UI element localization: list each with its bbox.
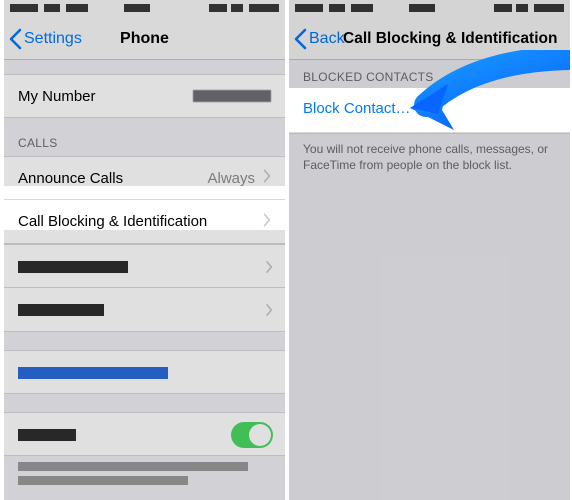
my-number-value [193, 90, 271, 102]
nav-bar: Back Call Blocking & Identification [289, 18, 570, 60]
back-label: Back [309, 30, 345, 48]
page-title: Call Blocking & Identification [343, 18, 557, 60]
left-phone-panel: Settings Phone My Number CALLS Announce … [4, 0, 285, 500]
page-title: Phone [4, 18, 285, 60]
chevron-right-icon [263, 213, 271, 231]
call-blocking-row[interactable]: Call Blocking & Identification [4, 200, 285, 244]
call-blocking-label: Call Blocking & Identification [18, 213, 207, 230]
chevron-left-icon [293, 28, 307, 50]
right-phone-panel: Back Call Blocking & Identification BLOC… [289, 0, 570, 500]
block-contact-label: Block Contact… [303, 104, 411, 121]
chevron-right-icon [263, 169, 271, 187]
calls-section-header: CALLS [4, 118, 285, 156]
chevron-right-icon [265, 260, 273, 279]
announce-calls-label: Announce Calls [18, 170, 123, 187]
announce-calls-value: Always [207, 170, 255, 187]
my-number-label: My Number [18, 88, 96, 105]
redacted-caption [4, 456, 285, 490]
redacted-toggle-row [4, 412, 285, 456]
redacted-row [4, 350, 285, 394]
chevron-right-icon [265, 303, 273, 322]
announce-calls-row[interactable]: Announce Calls Always [4, 156, 285, 200]
blocked-contacts-header: BLOCKED CONTACTS [289, 60, 570, 90]
status-bar [289, 0, 570, 18]
my-number-row[interactable]: My Number [4, 74, 285, 118]
nav-bar: Settings Phone [4, 18, 285, 60]
status-bar [4, 0, 285, 18]
blocked-footer-note: You will not receive phone calls, messag… [289, 134, 570, 183]
block-contact-row[interactable]: Block Contact… [289, 90, 570, 134]
redacted-row [4, 244, 285, 288]
back-button[interactable]: Back [293, 18, 345, 60]
toggle-switch-icon[interactable] [231, 422, 273, 448]
redacted-row [4, 288, 285, 332]
